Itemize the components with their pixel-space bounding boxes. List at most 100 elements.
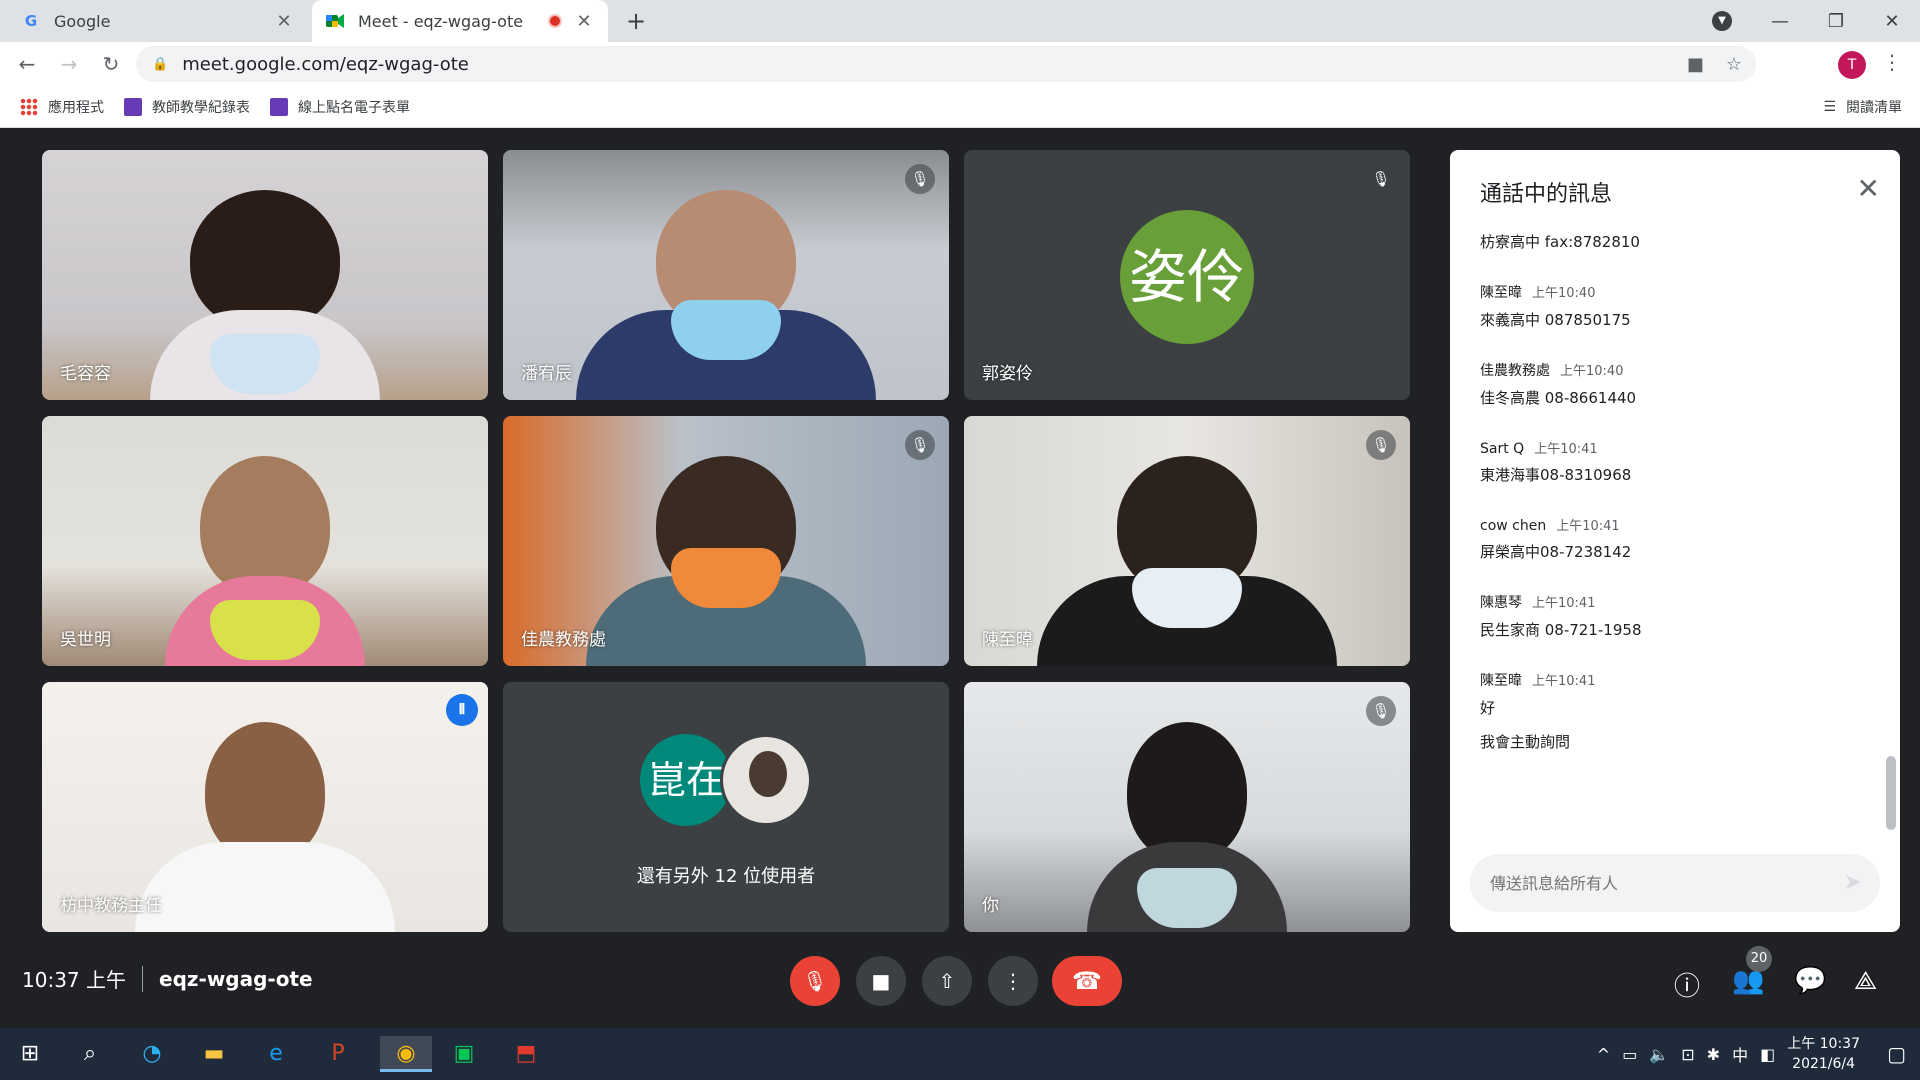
line-icon[interactable]: ▣ [444, 1036, 484, 1072]
camera-toggle-button[interactable]: ■ [856, 956, 906, 1006]
notification-icon[interactable]: ▢ [1887, 1042, 1906, 1066]
others-tile[interactable]: 崑在 還有另外 12 位使用者 [503, 682, 949, 932]
url-text: meet.google.com/eqz-wgag-ote [182, 53, 469, 75]
internet-explorer-icon[interactable]: e [256, 1036, 296, 1072]
face-mask [671, 300, 781, 360]
chat-icon: 💬 [1794, 966, 1827, 996]
chat-input[interactable] [1490, 873, 1820, 893]
bluetooth-icon[interactable]: ✱ [1707, 1045, 1720, 1064]
system-clock[interactable]: 上午 10:37 2021/6/4 [1787, 1034, 1860, 1074]
info-icon: ⓘ [1674, 972, 1701, 1002]
profile-avatar[interactable]: T [1838, 51, 1866, 79]
tab-title: Meet - eqz-wgag-ote [358, 11, 524, 31]
participant-video [576, 190, 876, 400]
battery-icon[interactable]: ▭ [1622, 1045, 1637, 1064]
message-time: 上午10:41 [1532, 674, 1596, 689]
chat-message: Sart Q 上午10:41 東港海事08-8310968 [1480, 438, 1870, 487]
restore-icon[interactable]: ❐ [1808, 11, 1864, 32]
bookmark-apps[interactable]: 應用程式 [20, 97, 104, 117]
powerpoint-icon[interactable]: P [318, 1036, 358, 1072]
address-bar[interactable]: 🔒 meet.google.com/eqz-wgag-ote ■ ☆ [136, 46, 1756, 82]
close-icon[interactable]: ✕ [1857, 172, 1880, 205]
message-sender: 陳至暐 [1480, 285, 1522, 301]
participant-tile[interactable]: 吳世明 [42, 416, 488, 666]
leave-call-button[interactable]: ☎ [1052, 956, 1122, 1006]
more-vert-icon: ⋮ [1003, 969, 1023, 993]
participant-tile[interactable]: 毛容容 [42, 150, 488, 400]
self-tile[interactable]: 🎙 你 [964, 682, 1410, 932]
participant-tile[interactable]: 🎙 陳至暐 [964, 416, 1410, 666]
ime-mode-icon[interactable]: ◧ [1760, 1045, 1775, 1064]
activities-button[interactable]: ⟁ [1854, 966, 1877, 997]
message-text: 佳冬高農 08-8661440 [1480, 389, 1637, 407]
lock-icon[interactable]: 🔒 [152, 57, 168, 72]
message-time: 上午10:41 [1534, 442, 1598, 457]
participant-name: 你 [982, 896, 999, 916]
chrome-icon[interactable]: ◉ [380, 1036, 432, 1072]
chat-message: cow chen 上午10:41 屏榮高中08-7238142 [1480, 515, 1870, 564]
bookmark-teacher-record[interactable]: 教師教學紀錄表 [124, 97, 250, 117]
reload-icon[interactable]: ↻ [96, 52, 126, 76]
meeting-code: eqz-wgag-ote [159, 966, 313, 991]
participant-tile[interactable]: 🎙 佳農教務處 [503, 416, 949, 666]
mic-off-icon: 🎙 [1366, 164, 1396, 194]
send-icon[interactable]: ➤ [1844, 870, 1862, 895]
message-text: 民生家商 08-721-1958 [1480, 621, 1642, 639]
windows-start-icon[interactable]: ⊞ [10, 1036, 50, 1072]
new-tab-button[interactable]: + [622, 7, 650, 35]
meeting-info: 10:37 上午 eqz-wgag-ote [22, 964, 313, 993]
message-text: 枋寮高中 fax:8782810 [1480, 233, 1640, 251]
message-sender: 陳至暐 [1480, 673, 1522, 689]
close-window-icon[interactable]: ✕ [1864, 11, 1920, 32]
tab-meet[interactable]: Meet - eqz-wgag-ote ✕ [312, 0, 608, 42]
tray-chevron-icon[interactable]: ^ [1597, 1045, 1610, 1064]
file-explorer-icon[interactable]: ▬ [194, 1036, 234, 1072]
mic-toggle-button[interactable]: 🎙 [790, 956, 840, 1006]
edge-icon[interactable]: ◔ [132, 1036, 172, 1072]
face-mask [210, 600, 320, 660]
bookmark-star-icon[interactable]: ☆ [1726, 54, 1742, 75]
minimize-icon[interactable]: — [1752, 11, 1808, 32]
meeting-details-button[interactable]: ⓘ [1674, 966, 1700, 1003]
volume-icon[interactable]: 🔈 [1649, 1045, 1669, 1064]
participant-tile-speaking[interactable]: ⦀ 枋中教務主任 [42, 682, 488, 932]
present-screen-button[interactable]: ⇧ [922, 956, 972, 1006]
network-icon[interactable]: ⊡ [1681, 1045, 1694, 1064]
close-icon[interactable]: ✕ [274, 11, 294, 32]
tab-google[interactable]: G Google ✕ [8, 0, 308, 42]
browser-menu-icon[interactable]: ⋮ [1882, 50, 1902, 74]
more-options-button[interactable]: ⋮ [988, 956, 1038, 1006]
participant-name: 郭姿伶 [982, 364, 1033, 384]
search-icon[interactable]: ⌕ [70, 1036, 110, 1072]
message-sender: 陳惠琴 [1480, 595, 1522, 611]
bookmark-label: 線上點名電子表單 [298, 99, 410, 116]
forward-icon[interactable]: → [54, 52, 84, 76]
bookmark-roll-call[interactable]: 線上點名電子表單 [270, 97, 410, 117]
chat-message-list[interactable]: 枋寮高中 fax:8782810 陳至暐 上午10:40 來義高中 0878501… [1480, 230, 1870, 820]
others-count-label: 還有另外 12 位使用者 [636, 866, 816, 887]
participant-name: 陳至暐 [982, 630, 1033, 650]
reading-list[interactable]: ☰ 閱讀清單 [1823, 97, 1902, 117]
message-time: 上午10:40 [1560, 364, 1624, 379]
browser-tab-bar: G Google ✕ Meet - eqz-wgag-ote ✕ + ▼ — ❐… [0, 0, 1920, 42]
people-button[interactable]: 👥 20 [1732, 946, 1772, 996]
participant-tile[interactable]: 姿伶 🎙 郭姿伶 [964, 150, 1410, 400]
window-controls: — ❐ ✕ [1752, 0, 1920, 42]
chat-message: 我會主動詢問 [1480, 730, 1870, 754]
camera-icon[interactable]: ■ [1687, 54, 1704, 75]
chat-scrollbar[interactable] [1886, 756, 1896, 830]
chat-input-box[interactable]: ➤ [1470, 854, 1880, 912]
pdf-reader-icon[interactable]: ⬒ [506, 1036, 546, 1072]
participant-tile[interactable]: 🎙 潘宥辰 [503, 150, 949, 400]
message-text: 我會主動詢問 [1480, 733, 1571, 751]
activities-icon: ⟁ [1854, 966, 1878, 996]
message-sender: cow chen [1480, 518, 1547, 534]
divider [142, 965, 143, 992]
back-icon[interactable]: ← [12, 52, 42, 76]
meet-icon [326, 12, 344, 30]
face-mask [1137, 868, 1237, 928]
close-icon[interactable]: ✕ [574, 11, 594, 32]
ime-indicator[interactable]: 中 [1732, 1042, 1748, 1066]
chat-button[interactable]: 💬 [1794, 966, 1826, 996]
tab-search-icon[interactable]: ▼ [1712, 11, 1732, 31]
